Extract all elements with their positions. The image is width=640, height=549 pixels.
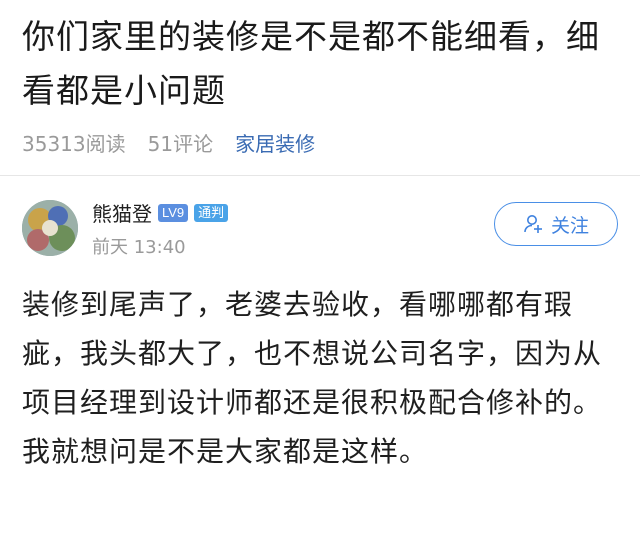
category-link[interactable]: 家居装修 [235, 128, 315, 157]
follow-button[interactable]: 关注 [494, 202, 618, 246]
article-title: 你们家里的装修是不是都不能细看，细看都是小问题 [22, 17, 600, 110]
post-content: 装修到尾声了，老婆去验收，看哪哪都有瑕疵，我头都大了，也不想说公司名字，因为从项… [22, 280, 618, 476]
post-body: 装修到尾声了，老婆去验收，看哪哪都有瑕疵，我头都大了，也不想说公司名字，因为从项… [22, 288, 603, 468]
author-name-line: 熊猫登 LV9 通判 [92, 198, 229, 227]
article-meta: 35313阅读 51评论 家居装修 [22, 128, 618, 157]
post-time: 前天 13:40 [92, 237, 186, 258]
author-info: 熊猫登 LV9 通判 前天 13:40 [92, 198, 229, 259]
article-page: 你们家里的装修是不是都不能细看，细看都是小问题 35313阅读 51评论 家居装… [0, 0, 640, 549]
read-count: 35313阅读 [22, 132, 126, 156]
avatar[interactable] [22, 200, 78, 256]
comment-count[interactable]: 51评论 [148, 128, 213, 157]
author-name[interactable]: 熊猫登 [92, 198, 152, 227]
follow-label: 关注 [550, 214, 589, 237]
divider [0, 175, 640, 176]
level-badge: LV9 [158, 203, 189, 222]
author-row: 熊猫登 LV9 通判 前天 13:40 关注 [22, 190, 618, 268]
role-badge: 通判 [194, 203, 229, 222]
add-user-icon [523, 213, 545, 235]
